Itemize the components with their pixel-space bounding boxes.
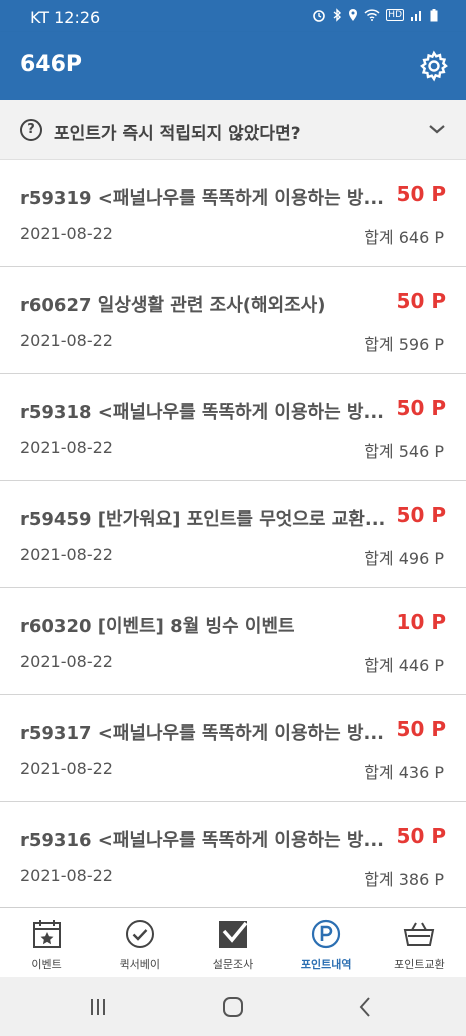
history-date: 2021-08-22 <box>20 331 113 350</box>
tab-label: 포인트내역 <box>300 958 352 971</box>
basket-icon <box>404 922 435 946</box>
history-date: 2021-08-22 <box>20 438 113 457</box>
history-total: 합계 436 P <box>364 763 444 782</box>
battery-icon <box>430 8 438 21</box>
history-date: 2021-08-22 <box>20 866 113 885</box>
bottom-navigation: 이벤트 퀵서베이 설문조사 포인트내역 포인트교환 <box>0 907 466 977</box>
history-title: r59316 <패널나우를 똑똑하게 이용하는 방... <box>20 830 384 851</box>
signal-icon <box>411 11 421 21</box>
tab-label: 퀵서베이 <box>119 958 161 971</box>
points-balance-title: 646P <box>20 52 83 77</box>
history-points: 50 P <box>396 289 446 313</box>
history-date: 2021-08-22 <box>20 652 113 671</box>
history-total: 합계 446 P <box>364 656 444 675</box>
history-date: 2021-08-22 <box>20 545 113 564</box>
location-icon <box>349 9 358 21</box>
survey-check-icon <box>219 921 248 948</box>
history-points: 50 P <box>396 396 446 420</box>
history-points: 50 P <box>396 503 446 527</box>
calendar-star-icon <box>32 920 61 948</box>
history-total: 합계 646 P <box>364 228 444 247</box>
status-carrier-time: KT 12:26 <box>30 8 101 27</box>
tab-label: 이벤트 <box>31 958 62 971</box>
history-points: 10 P <box>396 610 446 634</box>
notice-text: 포인트가 즉시 적립되지 않았다면? <box>54 124 301 144</box>
history-title: r60320 [이벤트] 8월 빙수 이벤트 <box>20 616 295 637</box>
recent-apps-icon[interactable] <box>86 995 110 1019</box>
history-title: r59319 <패널나우를 똑똑하게 이용하는 방... <box>20 188 384 209</box>
alarm-icon <box>313 10 326 22</box>
history-points: 50 P <box>396 182 446 206</box>
settings-gear-icon[interactable] <box>418 50 450 82</box>
tab-points-history[interactable]: 포인트내역 <box>280 908 373 977</box>
tab-label: 포인트교환 <box>394 958 445 971</box>
history-row[interactable]: r59459 [반가워요] 포인트를 무엇으로 교환... 50 P 2021-… <box>0 481 466 588</box>
history-date: 2021-08-22 <box>20 759 113 778</box>
point-p-icon <box>312 919 341 949</box>
home-icon[interactable] <box>221 995 245 1019</box>
back-icon[interactable] <box>354 995 378 1019</box>
history-points: 50 P <box>396 824 446 848</box>
bluetooth-icon <box>333 8 342 22</box>
history-row[interactable]: r59319 <패널나우를 똑똑하게 이용하는 방... 50 P 2021-0… <box>0 160 466 267</box>
history-row[interactable]: r60627 일상생활 관련 조사(해외조사) 50 P 2021-08-22 … <box>0 267 466 374</box>
tab-event[interactable]: 이벤트 <box>0 908 93 977</box>
wifi-icon <box>364 9 380 21</box>
chevron-down-icon[interactable] <box>428 122 446 136</box>
history-total: 합계 496 P <box>364 549 444 568</box>
history-points: 50 P <box>396 717 446 741</box>
tab-survey[interactable]: 설문조사 <box>186 908 279 977</box>
history-title: r60627 일상생활 관련 조사(해외조사) <box>20 295 326 316</box>
system-navigation-bar <box>0 977 466 1036</box>
points-not-received-notice[interactable]: ? 포인트가 즉시 적립되지 않았다면? <box>0 100 466 160</box>
question-icon: ? <box>20 119 42 141</box>
points-history-list: r59319 <패널나우를 똑똑하게 이용하는 방... 50 P 2021-0… <box>0 160 466 909</box>
history-title: r59317 <패널나우를 똑똑하게 이용하는 방... <box>20 723 384 744</box>
check-circle-icon <box>125 920 154 948</box>
history-total: 합계 596 P <box>364 335 444 354</box>
history-row[interactable]: r60320 [이벤트] 8월 빙수 이벤트 10 P 2021-08-22 합… <box>0 588 466 695</box>
status-bar: KT 12:26 HD <box>0 0 466 32</box>
history-title: r59318 <패널나우를 똑똑하게 이용하는 방... <box>20 402 384 423</box>
hd-badge: HD <box>386 9 404 21</box>
tab-quick-survey[interactable]: 퀵서베이 <box>93 908 186 977</box>
history-row[interactable]: r59317 <패널나우를 똑똑하게 이용하는 방... 50 P 2021-0… <box>0 695 466 802</box>
history-row[interactable]: r59316 <패널나우를 똑똑하게 이용하는 방... 50 P 2021-0… <box>0 802 466 909</box>
tab-label: 설문조사 <box>212 958 254 971</box>
history-title: r59459 [반가워요] 포인트를 무엇으로 교환... <box>20 509 386 530</box>
app-bar: 646P <box>0 32 466 100</box>
tab-points-exchange[interactable]: 포인트교환 <box>373 908 466 977</box>
history-total: 합계 546 P <box>364 442 444 461</box>
history-row[interactable]: r59318 <패널나우를 똑똑하게 이용하는 방... 50 P 2021-0… <box>0 374 466 481</box>
status-icons: HD <box>312 8 438 22</box>
history-total: 합계 386 P <box>364 870 444 889</box>
history-date: 2021-08-22 <box>20 224 113 243</box>
